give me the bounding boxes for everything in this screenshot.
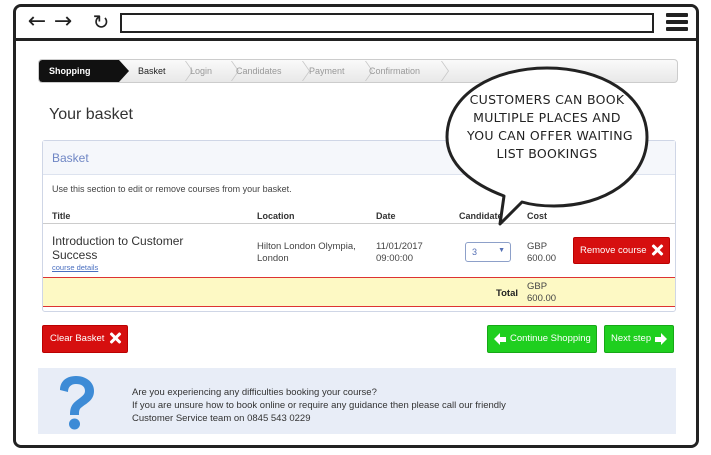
callout-line-1: CUSTOMERS CAN BOOK	[469, 92, 625, 107]
next-step-button[interactable]: Next step	[604, 325, 674, 353]
step-payment[interactable]: Payment	[309, 60, 345, 82]
browser-toolbar: ← → ↻	[16, 7, 696, 41]
address-bar[interactable]	[120, 13, 654, 33]
total-amount: 600.00	[527, 293, 557, 304]
continue-shopping-button[interactable]: Continue Shopping	[487, 325, 597, 353]
step-login[interactable]: Login	[190, 60, 212, 82]
help-line-3: Customer Service team on 0845 543 0229	[132, 413, 311, 424]
column-header-title: Title	[52, 211, 71, 221]
step-confirmation[interactable]: Confirmation	[369, 60, 420, 82]
arrow-right-icon	[655, 333, 667, 345]
continue-shopping-label: Continue Shopping	[510, 333, 591, 344]
column-header-location: Location	[257, 211, 295, 221]
step-shopping-basket[interactable]: Shopping basket	[39, 60, 129, 82]
remove-course-label: Remove course	[580, 245, 647, 256]
course-title: Introduction to Customer Success	[52, 234, 184, 262]
total-currency: GBP	[527, 281, 548, 292]
close-icon	[651, 244, 663, 256]
total-label: Total	[496, 288, 518, 299]
step-separator	[292, 60, 302, 82]
step-separator	[355, 60, 365, 82]
course-price: GBP 600.00	[527, 241, 572, 265]
course-details-link[interactable]: course details	[52, 263, 98, 272]
clear-basket-label: Clear Basket	[50, 333, 105, 344]
step-basket[interactable]: Basket	[138, 60, 166, 82]
candidates-quantity-select[interactable]: 3 ▼	[465, 242, 511, 262]
course-date: 11/01/2017 09:00:00	[376, 241, 423, 264]
help-line-2: If you are unsure how to book online or …	[132, 400, 506, 411]
callout-text: CUSTOMERS CAN BOOK MULTIPLE PLACES AND Y…	[467, 91, 633, 163]
column-header-date: Date	[376, 211, 396, 221]
help-line-1: Are you experiencing any difficulties bo…	[132, 387, 377, 398]
help-box: Are you experiencing any difficulties bo…	[38, 368, 676, 434]
help-text: Are you experiencing any difficulties bo…	[132, 386, 652, 425]
price-amount: 600.00	[527, 253, 557, 264]
reload-icon[interactable]: ↻	[90, 11, 112, 33]
arrow-left-icon	[494, 333, 506, 345]
callout-line-2: MULTIPLE PLACES AND	[473, 110, 621, 125]
basket-description: Use this section to edit or remove cours…	[52, 184, 292, 194]
back-arrow-icon[interactable]: ←	[26, 11, 48, 33]
total-row: Total GBP 600.00	[43, 277, 675, 307]
close-icon	[109, 332, 121, 344]
step-separator	[221, 60, 231, 82]
course-location: Hilton London Olympia, London	[257, 241, 356, 264]
question-mark-icon	[60, 376, 94, 430]
basket-panel-title: Basket	[52, 151, 89, 165]
step-candidates[interactable]: Candidates	[236, 60, 282, 82]
page-title: Your basket	[49, 106, 133, 123]
step-separator	[431, 60, 441, 82]
remove-course-button[interactable]: Remove course	[573, 237, 670, 264]
next-step-label: Next step	[611, 333, 652, 344]
clear-basket-button[interactable]: Clear Basket	[42, 325, 128, 353]
price-currency: GBP	[527, 241, 548, 252]
callout-line-3: YOU CAN OFFER WAITING	[467, 128, 633, 143]
total-value: GBP 600.00	[527, 281, 572, 305]
quantity-value: 3	[472, 247, 478, 257]
chevron-down-icon: ▼	[498, 247, 505, 254]
hamburger-menu-icon[interactable]	[666, 13, 688, 33]
step-separator	[175, 60, 185, 82]
forward-arrow-icon[interactable]: →	[52, 11, 74, 33]
callout-line-4: LIST BOOKINGS	[496, 146, 598, 161]
